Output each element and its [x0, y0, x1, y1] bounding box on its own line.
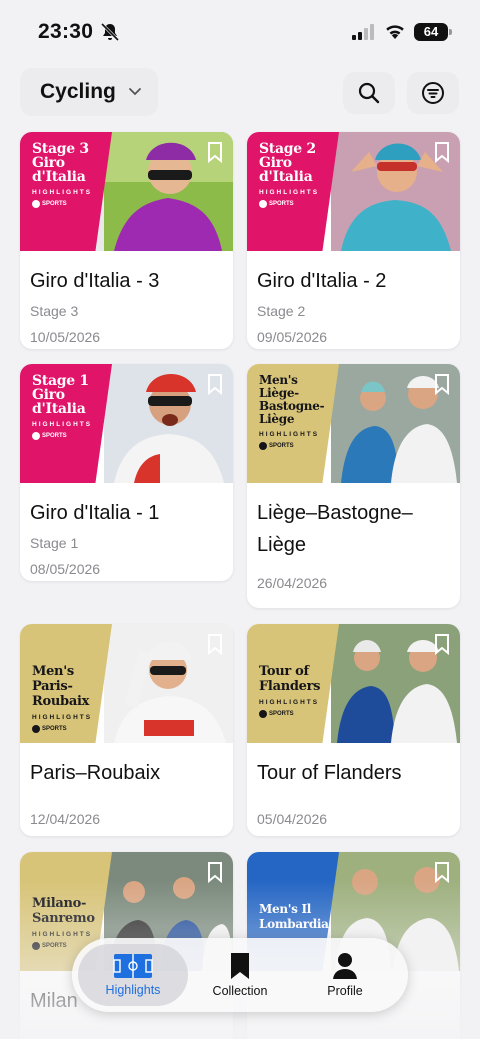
card-title: Liège–Bastogne–Liège — [257, 502, 413, 556]
highlight-card[interactable]: Stage 3 Giro d'Italia HIGHLIGHTS SPORTS … — [20, 132, 233, 349]
thumbnail-title: Stage 1 Giro d'Italia — [32, 373, 89, 417]
network-logo: SPORTS — [259, 710, 339, 718]
title-panel: Stage 3 Giro d'Italia HIGHLIGHTS SPORTS — [20, 132, 112, 251]
sport-label: Cycling — [40, 80, 116, 103]
card-date: 26/04/2026 — [257, 575, 328, 591]
highlight-card[interactable]: Stage 1 Giro d'Italia HIGHLIGHTS SPORTS … — [20, 364, 233, 581]
card-thumbnail: Men's Paris-Roubaix HIGHLIGHTS SPORTS — [20, 624, 233, 743]
title-panel: Men's Paris-Roubaix HIGHLIGHTS SPORTS — [20, 624, 112, 743]
bookmark-icon[interactable] — [207, 373, 223, 395]
card-title: Tour of Flanders — [257, 762, 402, 784]
signal-icon — [352, 24, 374, 40]
person-icon — [333, 953, 357, 979]
highlights-tag: HIGHLIGHTS — [259, 699, 320, 706]
highlights-tag: HIGHLIGHTS — [259, 189, 320, 196]
card-date: 05/04/2026 — [257, 811, 328, 827]
network-logo: SPORTS — [259, 442, 339, 450]
status-time: 23:30 — [38, 20, 94, 43]
card-title: Giro d'Italia - 2 — [257, 270, 387, 292]
chevron-down-icon — [128, 88, 141, 96]
network-logo: SPORTS — [32, 725, 112, 733]
highlights-tag: HIGHLIGHTS — [32, 421, 93, 428]
highlight-card[interactable]: Men's Liège-Bastogne-Liège HIGHLIGHTS SP… — [247, 364, 460, 608]
pitch-icon — [113, 954, 153, 978]
thumbnail-title: Tour of Flanders — [259, 664, 321, 694]
bookmark-icon[interactable] — [434, 633, 450, 655]
search-button[interactable] — [343, 72, 395, 114]
card-title: Giro d'Italia - 3 — [30, 270, 160, 292]
highlight-card[interactable]: Men's Paris-Roubaix HIGHLIGHTS SPORTS Pa… — [20, 624, 233, 836]
tab-label: Collection — [212, 984, 268, 998]
bottom-tab-bar: Highlights Collection Profile — [72, 938, 408, 1012]
card-thumbnail: Tour of Flanders HIGHLIGHTS SPORTS — [247, 624, 460, 743]
thumbnail-title: Milano-Sanremo — [32, 896, 95, 926]
battery-indicator: 64 — [414, 23, 452, 41]
title-panel: Stage 1 Giro d'Italia HIGHLIGHTS SPORTS — [20, 364, 112, 483]
card-thumbnail: Stage 2 Giro d'Italia HIGHLIGHTS SPORTS — [247, 132, 460, 251]
card-subtitle: Stage 2 — [257, 303, 306, 319]
thumbnail-title: Men's Il Lombardia — [259, 902, 329, 931]
wifi-icon — [386, 25, 404, 39]
bookmark-icon[interactable] — [207, 861, 223, 883]
card-thumbnail: Stage 1 Giro d'Italia HIGHLIGHTS SPORTS — [20, 364, 233, 483]
title-panel: Men's Liège-Bastogne-Liège HIGHLIGHTS SP… — [247, 364, 339, 483]
search-icon — [358, 82, 380, 104]
title-panel: Tour of Flanders HIGHLIGHTS SPORTS — [247, 624, 339, 743]
highlight-card[interactable]: Stage 2 Giro d'Italia HIGHLIGHTS SPORTS … — [247, 132, 460, 349]
tab-label: Highlights — [105, 983, 161, 997]
network-logo: SPORTS — [32, 200, 112, 208]
card-date: 08/05/2026 — [30, 561, 101, 577]
highlight-card[interactable]: Tour of Flanders HIGHLIGHTS SPORTS Tour … — [247, 624, 460, 836]
network-logo: SPORTS — [32, 432, 112, 440]
thumbnail-title: Men's Liège-Bastogne-Liège — [259, 373, 325, 426]
card-date: 09/05/2026 — [257, 329, 328, 345]
tab-label: Profile — [327, 984, 363, 998]
thumbnail-title: Stage 3 Giro d'Italia — [32, 141, 89, 185]
bookmark-icon[interactable] — [434, 141, 450, 163]
card-thumbnail: Stage 3 Giro d'Italia HIGHLIGHTS SPORTS — [20, 132, 233, 251]
bookmark-icon[interactable] — [207, 633, 223, 655]
bookmark-icon[interactable] — [434, 373, 450, 395]
thumbnail-title: Men's Paris-Roubaix — [32, 664, 90, 709]
card-subtitle: Stage 3 — [30, 303, 79, 319]
sport-selector[interactable]: Cycling — [20, 68, 158, 116]
bell-muted-icon — [100, 22, 120, 42]
card-date: 12/04/2026 — [30, 811, 101, 827]
card-date: 10/05/2026 — [30, 329, 101, 345]
tab-profile[interactable]: Profile — [290, 944, 400, 1006]
card-subtitle: Stage 1 — [30, 535, 79, 551]
highlights-tag: HIGHLIGHTS — [32, 189, 93, 196]
bookmark-icon[interactable] — [207, 141, 223, 163]
network-logo: SPORTS — [259, 200, 339, 208]
highlights-tag: HIGHLIGHTS — [259, 431, 320, 438]
thumbnail-title: Stage 2 Giro d'Italia — [259, 141, 316, 185]
card-thumbnail: Men's Liège-Bastogne-Liège HIGHLIGHTS SP… — [247, 364, 460, 483]
card-title: Paris–Roubaix — [30, 762, 161, 784]
card-title: Giro d'Italia - 1 — [30, 502, 160, 524]
tab-highlights[interactable]: Highlights — [78, 944, 188, 1006]
bookmark-icon[interactable] — [434, 861, 450, 883]
highlights-tag: HIGHLIGHTS — [32, 714, 93, 721]
highlights-tag: HIGHLIGHTS — [32, 931, 93, 938]
title-panel: Stage 2 Giro d'Italia HIGHLIGHTS SPORTS — [247, 132, 339, 251]
status-bar: 23:30 64 — [0, 0, 480, 62]
filter-icon — [422, 82, 444, 104]
bookmark-icon — [231, 953, 249, 979]
filter-button[interactable] — [407, 72, 459, 114]
tab-collection[interactable]: Collection — [185, 944, 295, 1006]
